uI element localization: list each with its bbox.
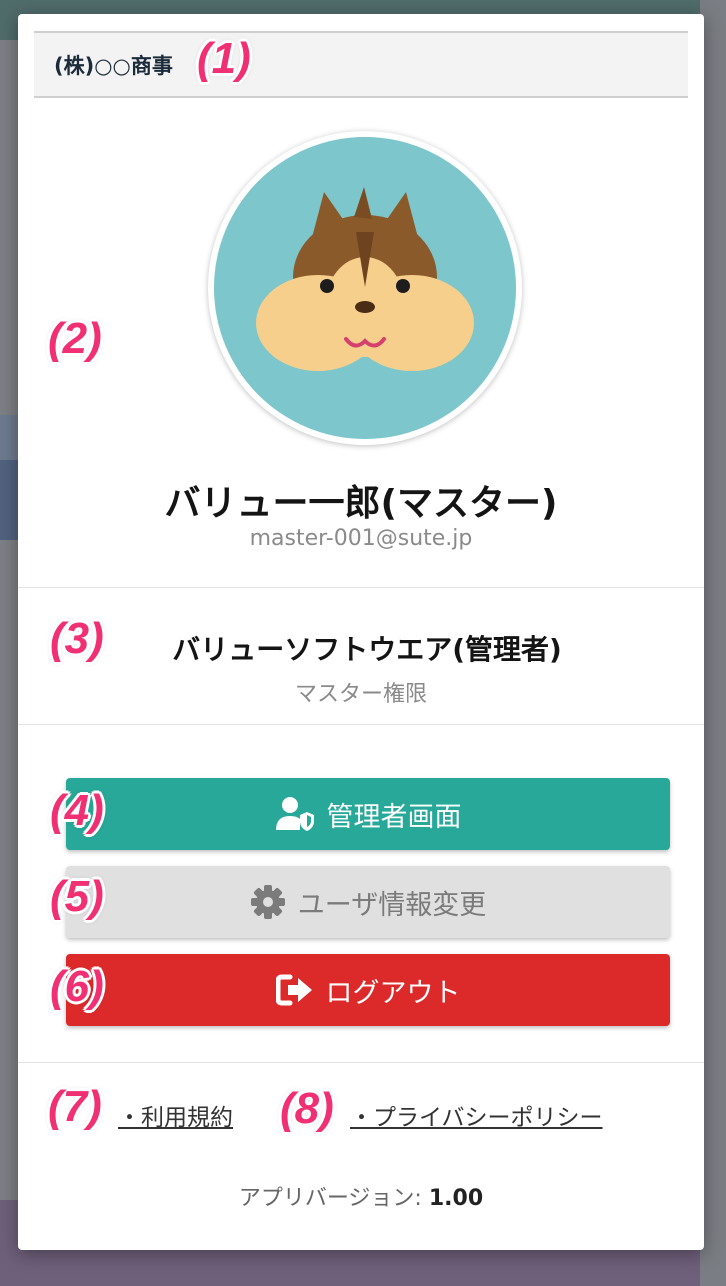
admin-screen-button[interactable]: 管理者画面 xyxy=(66,778,670,850)
app-version: アプリバージョン: 1.00 xyxy=(18,1180,704,1212)
user-email: master-001@sute.jp xyxy=(249,526,473,551)
annotation-marker-4: (4) xyxy=(50,786,104,835)
annotation-marker-8: (8) xyxy=(280,1084,334,1133)
gear-icon xyxy=(250,884,286,920)
annotation-marker-7: (7) xyxy=(48,1082,102,1131)
role-level: マスター権限 xyxy=(294,682,427,707)
divider xyxy=(18,1062,704,1063)
user-shield-icon xyxy=(275,796,315,832)
annotation-marker-5: (5) xyxy=(50,872,104,921)
company-bar: (株)○○商事 xyxy=(34,31,688,98)
sign-out-icon xyxy=(275,974,314,1006)
logout-label: ログアウト xyxy=(325,977,461,1009)
role-name: バリューソフトウエア(管理者) xyxy=(172,633,562,666)
avatar xyxy=(208,131,522,445)
admin-screen-label: 管理者画面 xyxy=(326,801,462,833)
terms-link[interactable]: ・利用規約 xyxy=(118,1098,233,1132)
app-version-value: 1.00 xyxy=(428,1186,484,1211)
divider xyxy=(18,724,704,725)
user-name: バリュー一郎(マスター) xyxy=(164,483,558,524)
account-modal: (株)○○商事 バリュー一郎(マスター) master-001@sute.jp … xyxy=(18,14,704,1250)
annotation-marker-1: (1) xyxy=(197,34,251,83)
app-version-label: アプリバージョン: xyxy=(238,1186,429,1211)
annotation-marker-3: (3) xyxy=(50,614,104,663)
annotation-marker-6: (6) xyxy=(50,962,104,1011)
logout-button[interactable]: ログアウト xyxy=(66,954,670,1026)
privacy-policy-link[interactable]: ・プライバシーポリシー xyxy=(350,1098,603,1132)
company-name: (株)○○商事 xyxy=(54,53,173,78)
divider xyxy=(18,587,704,588)
user-info-button[interactable]: ユーザ情報変更 xyxy=(66,866,670,938)
user-info-label: ユーザ情報変更 xyxy=(297,889,487,921)
annotation-marker-2: (2) xyxy=(48,314,102,363)
squirrel-avatar-icon xyxy=(214,137,516,439)
